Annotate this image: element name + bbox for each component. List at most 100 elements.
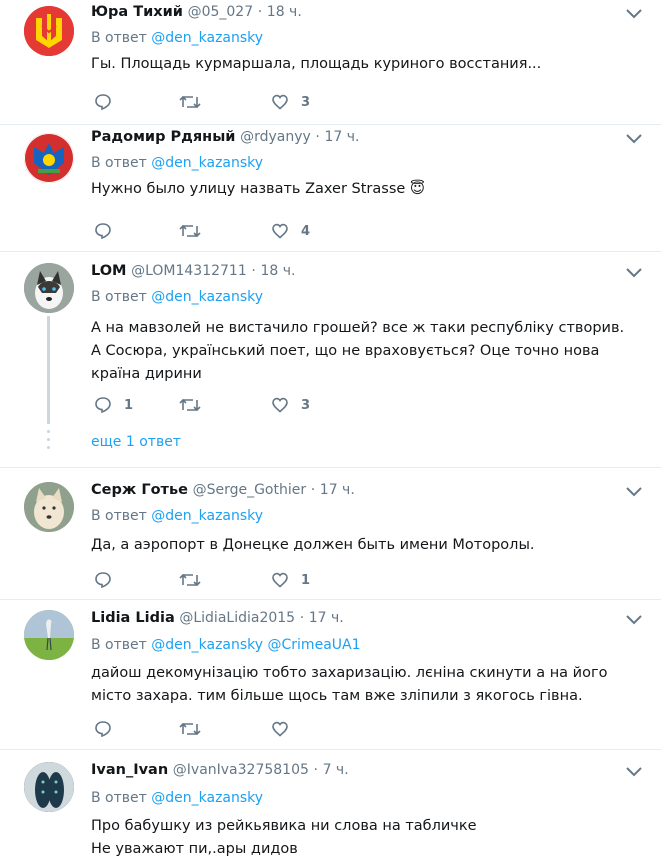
user-handle[interactable]: @Serge_Gothier xyxy=(193,482,307,498)
tweet-header: Юра Тихий @05_027 · 18 ч. xyxy=(91,4,302,20)
chevron-down-icon[interactable] xyxy=(625,614,643,626)
user-name[interactable]: LOM xyxy=(91,263,126,279)
tweet-0[interactable]: Юра Тихий @05_027 · 18 ч. В ответ @den_k… xyxy=(0,0,661,125)
avatar[interactable] xyxy=(24,610,74,660)
mention-link[interactable]: @den_kazansky xyxy=(151,289,263,305)
retweet-icon xyxy=(179,224,201,238)
chevron-down-icon[interactable] xyxy=(625,267,643,279)
tweet-2[interactable]: LOM @LOM14312711 · 18 ч. В ответ @den_ka… xyxy=(0,252,661,468)
reply-to-line: В ответ @den_kazansky xyxy=(91,155,263,171)
retweet-button[interactable] xyxy=(179,92,213,112)
reply-prefix: В ответ xyxy=(91,508,147,524)
tweet-actions: 3 xyxy=(91,92,391,112)
reply-prefix: В ответ xyxy=(91,30,147,46)
like-button[interactable]: 4 xyxy=(271,221,310,241)
reply-prefix: В ответ xyxy=(91,790,147,806)
reply-icon xyxy=(95,223,111,240)
user-handle[interactable]: @IvanIva32758105 xyxy=(173,762,309,778)
tweet-actions: 4 xyxy=(91,221,391,241)
mention-link[interactable]: @den_kazansky xyxy=(151,30,263,46)
show-more-replies-link[interactable]: еще 1 ответ xyxy=(91,434,181,450)
ukraine-coat-of-arms-icon xyxy=(24,6,74,56)
user-handle[interactable]: @05_027 xyxy=(188,4,254,20)
thread-line xyxy=(47,316,50,424)
retweet-icon xyxy=(179,573,201,587)
reply-prefix: В ответ xyxy=(91,155,147,171)
tweet-header: Ivan_Ivan @IvanIva32758105 · 7 ч. xyxy=(91,762,349,778)
timestamp[interactable]: 17 ч. xyxy=(320,482,355,498)
mention-link[interactable]: @den_kazansky xyxy=(151,155,263,171)
avatar[interactable] xyxy=(24,762,74,812)
tweet-text: дайош декомунізацію тобто захаризацію. л… xyxy=(91,665,608,704)
like-button[interactable]: 3 xyxy=(271,92,310,112)
heart-icon xyxy=(272,572,288,588)
reply-icon xyxy=(95,721,111,738)
mention-link[interactable]: @den_kazansky xyxy=(151,637,263,653)
heart-icon xyxy=(272,721,288,737)
tweet-actions: 1 3 xyxy=(91,395,391,415)
mention-link[interactable]: @den_kazansky xyxy=(151,508,263,524)
avatar[interactable] xyxy=(24,6,74,56)
user-name[interactable]: Юра Тихий xyxy=(91,4,183,20)
heraldic-emblem-icon xyxy=(24,133,74,183)
mention-link[interactable]: @CrimeaUA1 xyxy=(268,637,361,653)
separator-dot: · xyxy=(257,4,263,20)
avatar[interactable] xyxy=(24,482,74,532)
chevron-down-icon[interactable] xyxy=(625,766,643,778)
white-dog-icon xyxy=(24,482,74,532)
retweet-icon xyxy=(179,398,201,412)
user-name[interactable]: Радомир Рдяный xyxy=(91,129,235,145)
heart-icon xyxy=(272,397,288,413)
timestamp[interactable]: 18 ч. xyxy=(267,4,302,20)
user-handle[interactable]: @LidiaLidia2015 xyxy=(179,610,295,626)
retweet-icon xyxy=(179,722,201,736)
reply-icon xyxy=(95,572,111,589)
tweet-4[interactable]: Lidia Lidia @LidiaLidia2015 · 17 ч. В от… xyxy=(0,600,661,750)
heart-icon xyxy=(272,223,288,239)
user-name[interactable]: Ivan_Ivan xyxy=(91,762,168,778)
like-count: 4 xyxy=(301,223,311,239)
tweet-text: Да, а аэропорт в Донецке должен быть име… xyxy=(91,537,535,553)
avatar[interactable] xyxy=(24,263,74,313)
reply-prefix: В ответ xyxy=(91,289,147,305)
timestamp[interactable]: 18 ч. xyxy=(260,263,295,279)
halo-emoji-icon: 😇 xyxy=(409,181,426,197)
mention-link[interactable]: @den_kazansky xyxy=(151,790,263,806)
retweet-button[interactable] xyxy=(179,221,213,241)
feet-photo-icon xyxy=(24,762,74,812)
like-button[interactable]: 3 xyxy=(271,395,310,415)
reply-button[interactable] xyxy=(94,92,124,112)
chevron-down-icon[interactable] xyxy=(625,133,643,145)
reply-prefix: В ответ xyxy=(91,637,147,653)
like-button[interactable]: 1 xyxy=(271,570,310,590)
user-name[interactable]: Lidia Lidia xyxy=(91,610,175,626)
replies-feed: Юра Тихий @05_027 · 18 ч. В ответ @den_k… xyxy=(0,0,661,863)
tweet-1[interactable]: Радомир Рдяный @rdyanyy · 17 ч. В ответ … xyxy=(0,125,661,252)
reply-button[interactable] xyxy=(94,719,124,739)
timestamp[interactable]: 7 ч. xyxy=(323,762,349,778)
reply-to-line: В ответ @den_kazansky xyxy=(91,289,263,305)
timestamp[interactable]: 17 ч. xyxy=(309,610,344,626)
tweet-3[interactable]: Серж Готье @Serge_Gothier · 17 ч. В отве… xyxy=(0,468,661,600)
avatar[interactable] xyxy=(24,133,74,183)
reply-button[interactable] xyxy=(94,570,124,590)
user-handle[interactable]: @rdyanyy xyxy=(240,129,311,145)
retweet-button[interactable] xyxy=(179,570,213,590)
husky-dog-icon xyxy=(24,263,74,313)
reply-button[interactable]: 1 xyxy=(94,395,133,415)
retweet-button[interactable] xyxy=(179,395,213,415)
reply-button[interactable] xyxy=(94,221,124,241)
timestamp[interactable]: 17 ч. xyxy=(324,129,359,145)
reply-icon xyxy=(95,94,111,111)
retweet-button[interactable] xyxy=(179,719,213,739)
tweet-text-body: Нужно было улицу назвать Zaxer Strasse xyxy=(91,181,406,197)
user-name[interactable]: Серж Готье xyxy=(91,482,188,498)
like-button[interactable] xyxy=(271,719,301,739)
retweet-icon xyxy=(179,95,201,109)
user-handle[interactable]: @LOM14312711 xyxy=(131,263,247,279)
chevron-down-icon[interactable] xyxy=(625,8,643,20)
chevron-down-icon[interactable] xyxy=(625,486,643,498)
separator-dot: · xyxy=(315,129,320,145)
tweet-5[interactable]: Ivan_Ivan @IvanIva32758105 · 7 ч. В отве… xyxy=(0,750,661,863)
heart-icon xyxy=(272,94,288,110)
